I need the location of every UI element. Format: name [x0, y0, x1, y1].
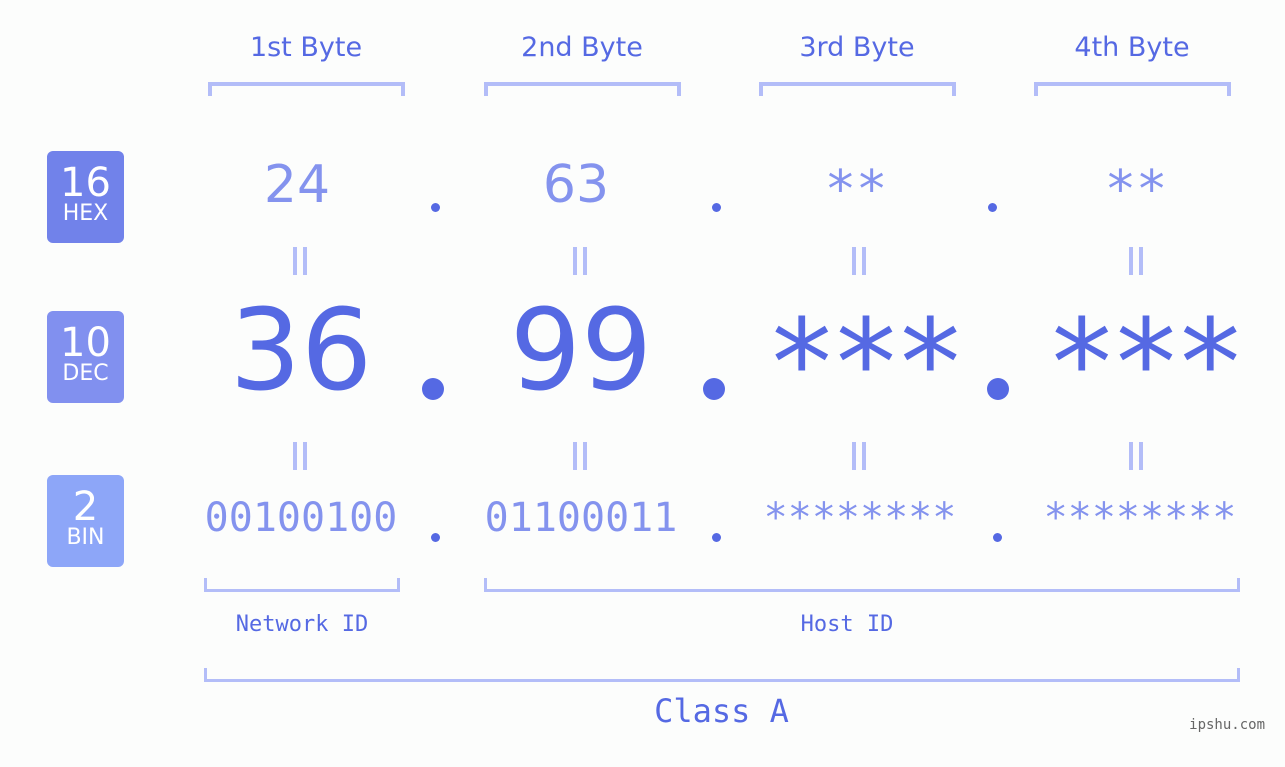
equals-icon: [291, 247, 309, 275]
badge-bin-base: 2: [72, 484, 99, 530]
bin-byte-3: ********: [763, 495, 957, 541]
equals-icon: [571, 247, 589, 275]
bin-dot-1: [431, 533, 440, 542]
hex-byte-4: **: [1104, 160, 1168, 220]
equals-icon: [291, 442, 309, 470]
bracket-byte-3: [759, 82, 956, 96]
dec-byte-2: 99: [509, 286, 653, 416]
hex-dot-2: [712, 203, 721, 212]
bin-byte-4: ********: [1043, 495, 1237, 541]
equals-icon: [1127, 442, 1145, 470]
bracket-byte-4: [1034, 82, 1231, 96]
watermark: ipshu.com: [1189, 717, 1265, 733]
bin-dot-3: [993, 533, 1002, 542]
badge-dec: 10 DEC: [47, 311, 124, 403]
bin-dot-2: [712, 533, 721, 542]
bracket-byte-2: [484, 82, 681, 96]
equals-icon: [571, 442, 589, 470]
equals-icon: [850, 442, 868, 470]
bracket-host-id: [484, 578, 1240, 592]
dec-byte-3: ***: [765, 295, 967, 434]
dec-dot-1: [422, 378, 444, 400]
equals-icon: [850, 247, 868, 275]
dec-byte-4: ***: [1045, 295, 1247, 434]
hex-byte-2: 63: [542, 155, 610, 215]
header-byte-2: 2nd Byte: [521, 32, 643, 63]
bracket-network-id: [204, 578, 400, 592]
host-id-label: Host ID: [800, 612, 894, 637]
badge-dec-label: DEC: [62, 361, 109, 386]
dec-dot-3: [987, 378, 1009, 400]
bin-byte-2: 01100011: [484, 495, 678, 541]
badge-hex-base: 16: [60, 160, 111, 206]
badge-hex: 16 HEX: [47, 151, 124, 243]
class-label: Class A: [654, 692, 789, 730]
hex-byte-1: 24: [263, 155, 331, 215]
badge-bin-label: BIN: [66, 525, 105, 550]
header-byte-3: 3rd Byte: [799, 32, 915, 63]
equals-icon: [1127, 247, 1145, 275]
bracket-class: [204, 668, 1240, 682]
bin-byte-1: 00100100: [204, 495, 398, 541]
hex-dot-1: [431, 203, 440, 212]
badge-hex-label: HEX: [62, 201, 109, 226]
hex-byte-3: **: [824, 160, 888, 220]
dec-byte-1: 36: [229, 286, 373, 416]
badge-dec-base: 10: [60, 320, 111, 366]
dec-dot-2: [703, 378, 725, 400]
network-id-label: Network ID: [235, 612, 369, 637]
header-byte-1: 1st Byte: [249, 32, 363, 63]
hex-dot-3: [988, 203, 997, 212]
header-byte-4: 4th Byte: [1074, 32, 1190, 63]
bracket-byte-1: [208, 82, 405, 96]
badge-bin: 2 BIN: [47, 475, 124, 567]
